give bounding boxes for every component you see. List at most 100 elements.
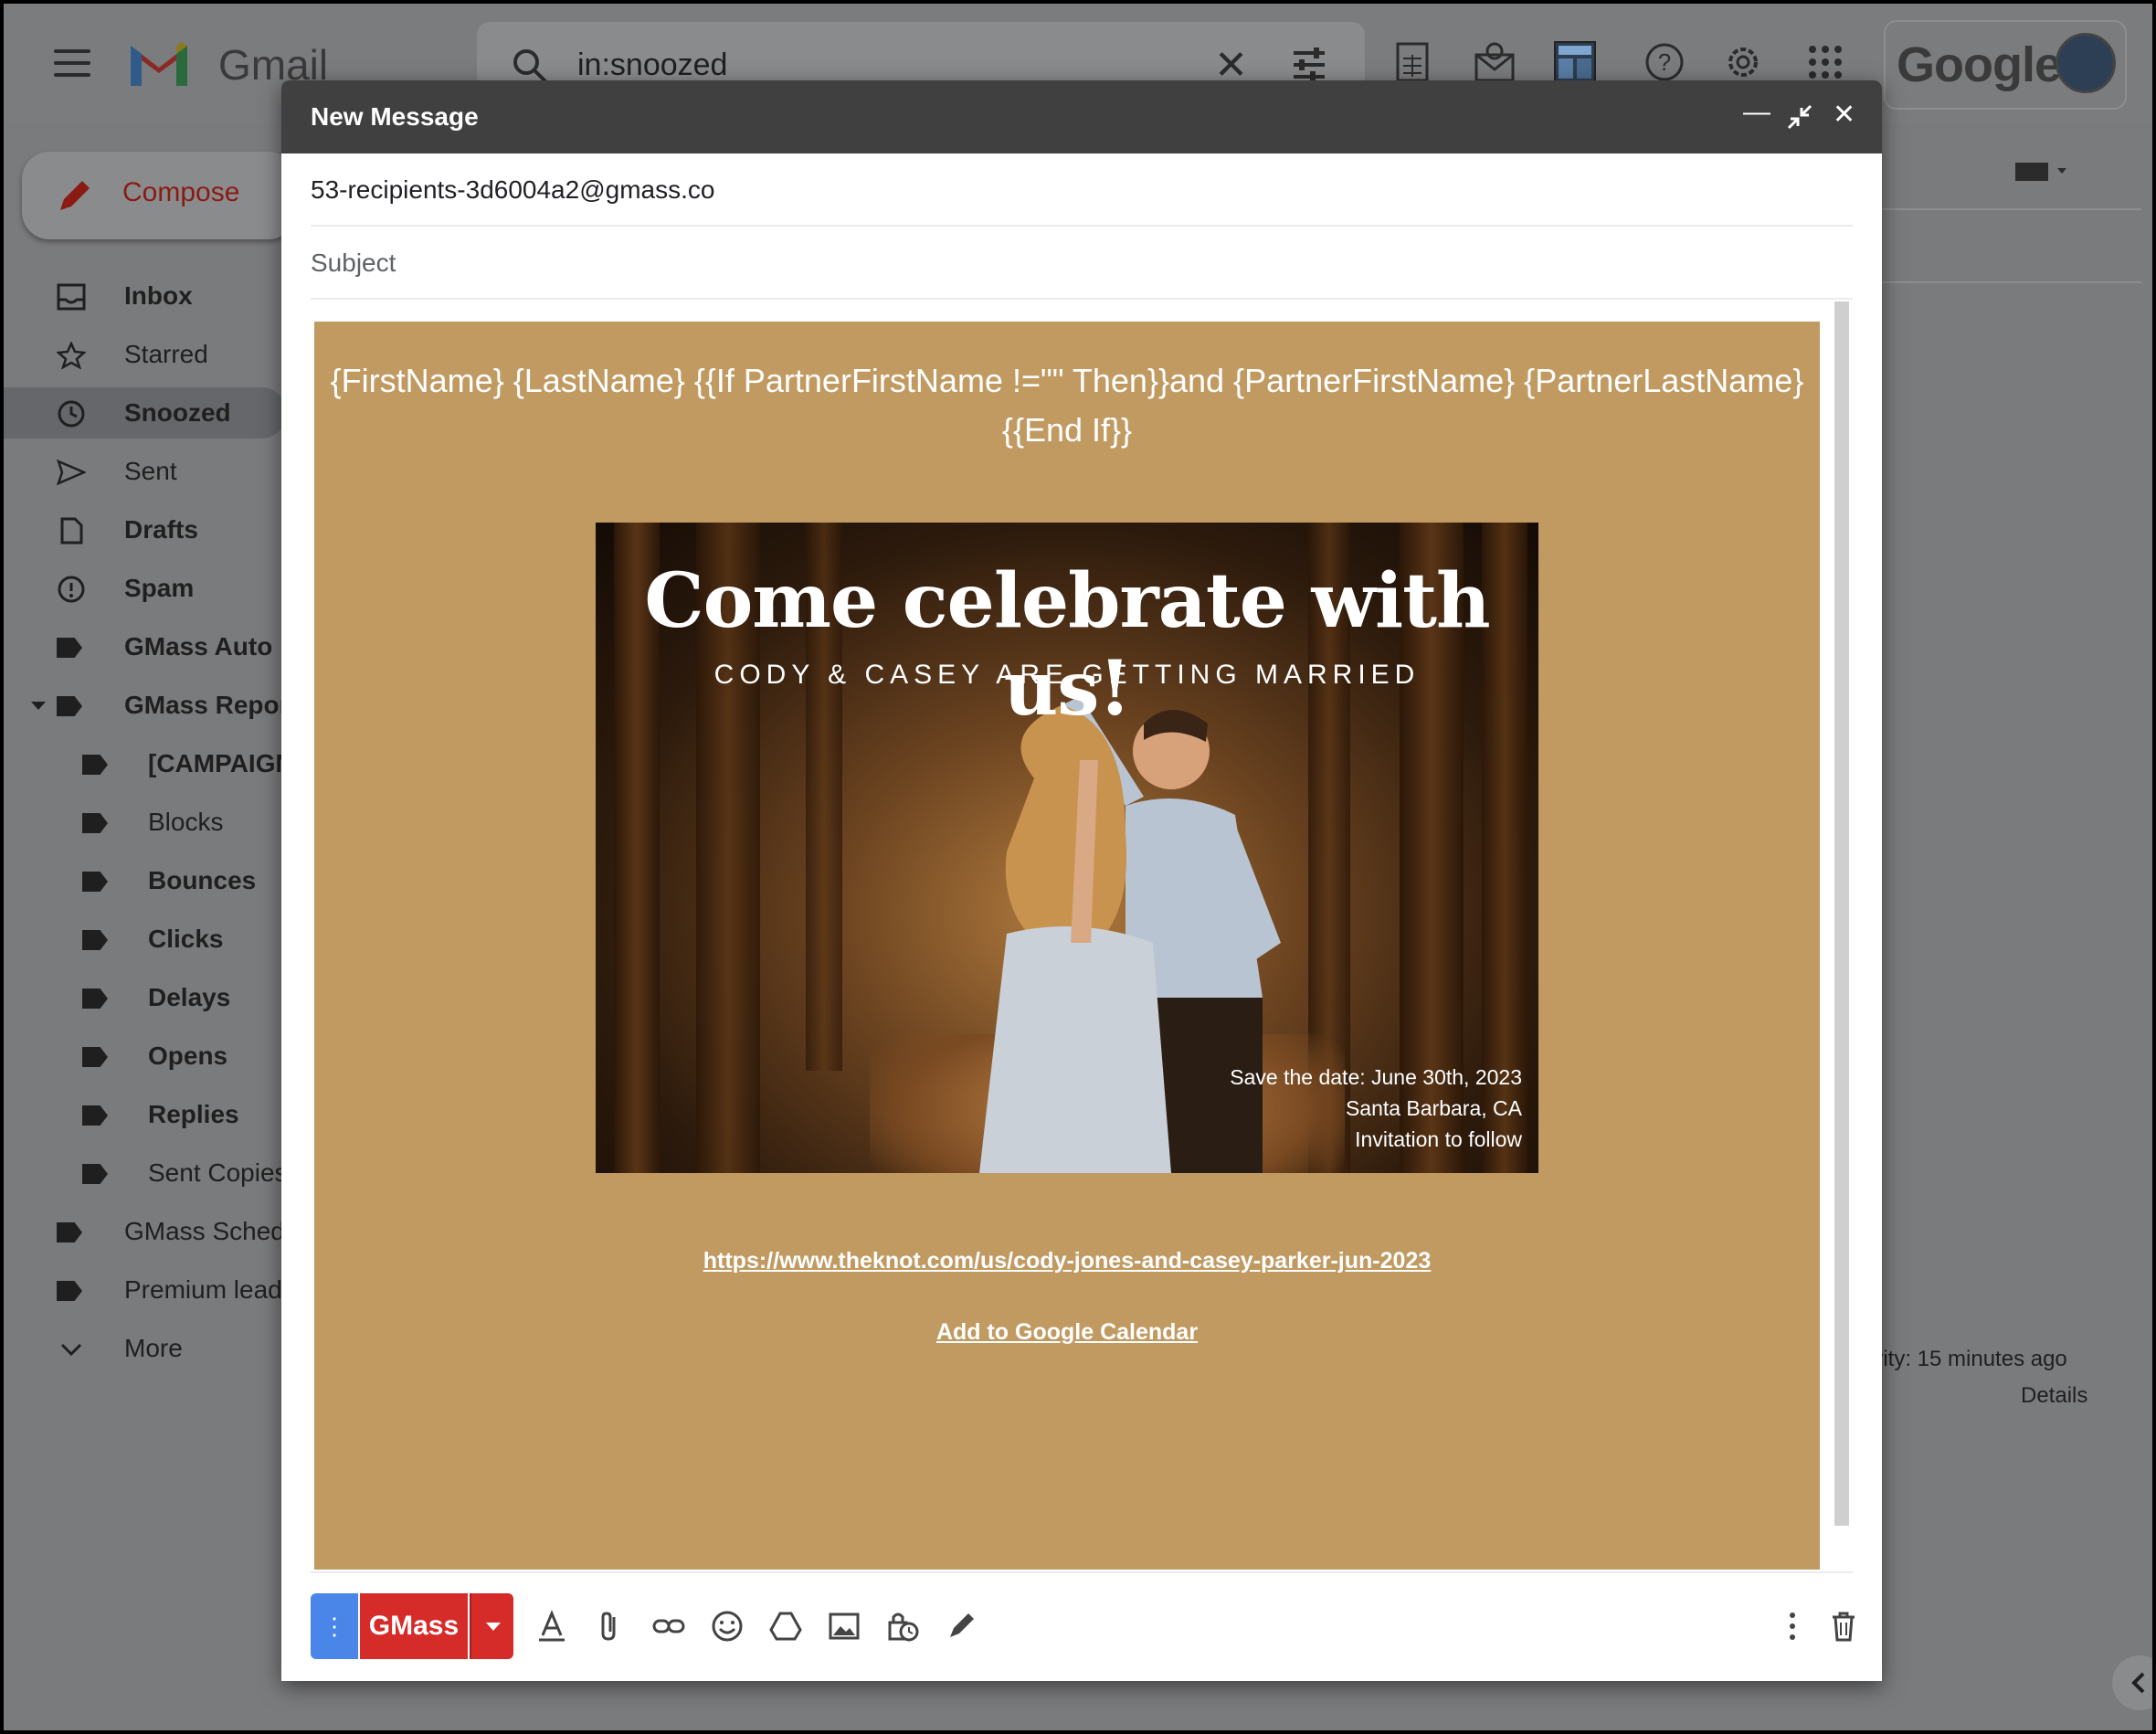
compose-title: New Message bbox=[311, 102, 479, 131]
merge-tag-line-1: {FirstName} {LastName} {{If PartnerFirst… bbox=[330, 362, 1804, 399]
sidebar-item-label: Delays bbox=[148, 983, 231, 1011]
search-options-icon[interactable] bbox=[1290, 46, 1328, 84]
sidebar-item-clicks[interactable]: Clicks bbox=[4, 914, 281, 965]
to-field[interactable]: 53-recipients-3d6004a2@gmass.co bbox=[311, 153, 1853, 227]
sidebar-item-snoozed[interactable]: Snoozed bbox=[4, 387, 281, 439]
apps-grid-icon[interactable] bbox=[1803, 40, 1847, 84]
close-icon[interactable]: ✕ bbox=[1833, 99, 1855, 131]
sidebar-item-blocks[interactable]: Blocks bbox=[4, 797, 281, 848]
chevron-down-icon bbox=[57, 1336, 86, 1363]
sidebar-item-gmass-sched[interactable]: GMass Sched bbox=[4, 1206, 281, 1257]
help-icon[interactable]: ? bbox=[1643, 40, 1686, 84]
gmass-settings-button[interactable]: ⋮ bbox=[311, 1593, 358, 1659]
sidebar-item-label: Sent Copies bbox=[148, 1158, 281, 1187]
banner-subheadline: CODY & CASEY ARE GETTING MARRIED bbox=[713, 660, 1421, 690]
label-icon bbox=[82, 1105, 108, 1126]
dashboard-icon[interactable] bbox=[1553, 40, 1597, 84]
label-icon bbox=[57, 1222, 82, 1242]
search-input[interactable]: in:snoozed bbox=[577, 48, 727, 83]
banner-details: Save the date: June 30th, 2023 Santa Bar… bbox=[1230, 1062, 1522, 1155]
wedding-website-link[interactable]: https://www.theknot.com/us/cody-jones-an… bbox=[314, 1248, 1820, 1274]
sidebar-item-campaign[interactable]: [CAMPAIGN bbox=[4, 738, 281, 789]
message-body[interactable]: {FirstName} {LastName} {{If PartnerFirst… bbox=[314, 322, 1820, 1570]
sidebar-item-label: Spam bbox=[124, 574, 195, 602]
google-wordmark: Google bbox=[1897, 37, 2062, 92]
drive-icon[interactable] bbox=[769, 1610, 802, 1643]
chevron-left-icon bbox=[2131, 1672, 2145, 1694]
sidebar-item-label: Snoozed bbox=[124, 398, 231, 427]
sidebar-item-starred[interactable]: Starred bbox=[4, 329, 281, 380]
activity-details-link[interactable]: Details bbox=[2021, 1383, 2087, 1409]
divider bbox=[1867, 281, 2141, 283]
label-icon bbox=[57, 638, 82, 658]
sidebar-item-delays[interactable]: Delays bbox=[4, 972, 281, 1023]
clock-icon bbox=[57, 400, 86, 428]
sidebar-item-label: Drafts bbox=[124, 515, 198, 544]
gmass-envelope-icon[interactable] bbox=[1473, 40, 1517, 84]
sidebar-item-inbox[interactable]: Inbox bbox=[4, 270, 281, 322]
sidebar-item-label: [CAMPAIGN bbox=[148, 749, 281, 777]
wedding-banner-image: Come celebrate with us! CODY & CASEY ARE… bbox=[596, 523, 1538, 1173]
sidebar-item-more[interactable]: More bbox=[4, 1323, 281, 1374]
compose-toolbar: ⋮ GMass bbox=[311, 1590, 1855, 1663]
insert-photo-icon[interactable] bbox=[828, 1610, 861, 1643]
main-menu-icon[interactable] bbox=[54, 49, 90, 77]
sidebar-item-premium-lead[interactable]: Premium lead bbox=[4, 1264, 281, 1316]
label-icon bbox=[82, 1164, 108, 1184]
label-icon bbox=[82, 813, 108, 833]
account-avatar[interactable] bbox=[2056, 33, 2116, 93]
screen: Gmail in:snoozed ✕ ? Google Compose Inbo… bbox=[0, 0, 2156, 1734]
more-options-icon[interactable] bbox=[1776, 1610, 1809, 1643]
sidebar-item-opens[interactable]: Opens bbox=[4, 1031, 281, 1082]
sidebar-item-replies[interactable]: Replies bbox=[4, 1089, 281, 1140]
subject-field[interactable]: Subject bbox=[311, 227, 1853, 300]
sidebar-item-label: Blocks bbox=[148, 808, 224, 836]
keyboard-icon[interactable] bbox=[2013, 157, 2068, 185]
sidebar-item-gmass-auto-f[interactable]: GMass Auto F bbox=[4, 621, 281, 672]
svg-text:?: ? bbox=[1658, 48, 1671, 76]
gmail-logo-icon[interactable] bbox=[127, 38, 191, 90]
subject-input[interactable]: Subject bbox=[311, 248, 396, 278]
banner-headline: Come celebrate with us! bbox=[644, 557, 1490, 733]
discard-draft-icon[interactable] bbox=[1827, 1610, 1860, 1643]
sidebar-item-spam[interactable]: Spam bbox=[4, 563, 281, 614]
file-icon bbox=[57, 517, 86, 545]
sidebar-item-gmass-repor[interactable]: GMass Repor bbox=[4, 680, 281, 731]
last-activity-text: ivity: 15 minutes ago bbox=[1867, 1347, 2067, 1371]
inbox-icon bbox=[57, 283, 86, 311]
side-panel-toggle[interactable] bbox=[2112, 1655, 2152, 1710]
signature-icon[interactable] bbox=[945, 1610, 978, 1643]
confidential-mode-icon[interactable] bbox=[886, 1610, 919, 1643]
label-icon bbox=[57, 1281, 82, 1301]
sidebar-item-label: More bbox=[124, 1334, 183, 1362]
google-account-area[interactable]: Google bbox=[1884, 20, 2127, 110]
toolbar-divider bbox=[311, 1571, 1853, 1573]
sidebar-item-drafts[interactable]: Drafts bbox=[4, 504, 281, 555]
settings-gear-icon[interactable] bbox=[1721, 40, 1765, 84]
label-icon bbox=[82, 1047, 108, 1067]
recipient-address[interactable]: 53-recipients-3d6004a2@gmass.co bbox=[311, 175, 714, 205]
expand-caret-icon[interactable] bbox=[31, 702, 46, 710]
sidebar-item-label: Replies bbox=[148, 1100, 239, 1128]
sidebar-item-label: GMass Sched bbox=[124, 1217, 281, 1245]
exit-fullscreen-icon[interactable] bbox=[1787, 104, 1813, 130]
emoji-icon[interactable] bbox=[711, 1610, 744, 1643]
body-scrollbar[interactable] bbox=[1834, 301, 1849, 1526]
label-icon bbox=[82, 755, 108, 775]
invitation-text: Invitation to follow bbox=[1355, 1127, 1522, 1151]
sidebar: Compose Inbox Starred Snoozed Sent Drafts Spa… bbox=[4, 124, 296, 1730]
spreadsheet-icon[interactable] bbox=[1390, 40, 1434, 84]
sidebar-item-bounces[interactable]: Bounces bbox=[4, 855, 281, 906]
link-icon[interactable] bbox=[652, 1610, 685, 1643]
formatting-icon[interactable] bbox=[535, 1610, 568, 1643]
gmass-send-button[interactable]: GMass bbox=[360, 1593, 468, 1659]
sidebar-item-label: Sent bbox=[124, 457, 177, 485]
add-to-calendar-link[interactable]: Add to Google Calendar bbox=[314, 1319, 1820, 1346]
sidebar-item-sent-copies[interactable]: Sent Copies bbox=[4, 1147, 281, 1199]
label-icon bbox=[82, 930, 108, 950]
sidebar-item-sent[interactable]: Sent bbox=[4, 446, 281, 497]
minimize-icon[interactable]: — bbox=[1743, 97, 1770, 128]
report-icon bbox=[57, 576, 86, 603]
attach-icon[interactable] bbox=[594, 1610, 627, 1643]
gmass-dropdown-button[interactable] bbox=[470, 1593, 513, 1659]
